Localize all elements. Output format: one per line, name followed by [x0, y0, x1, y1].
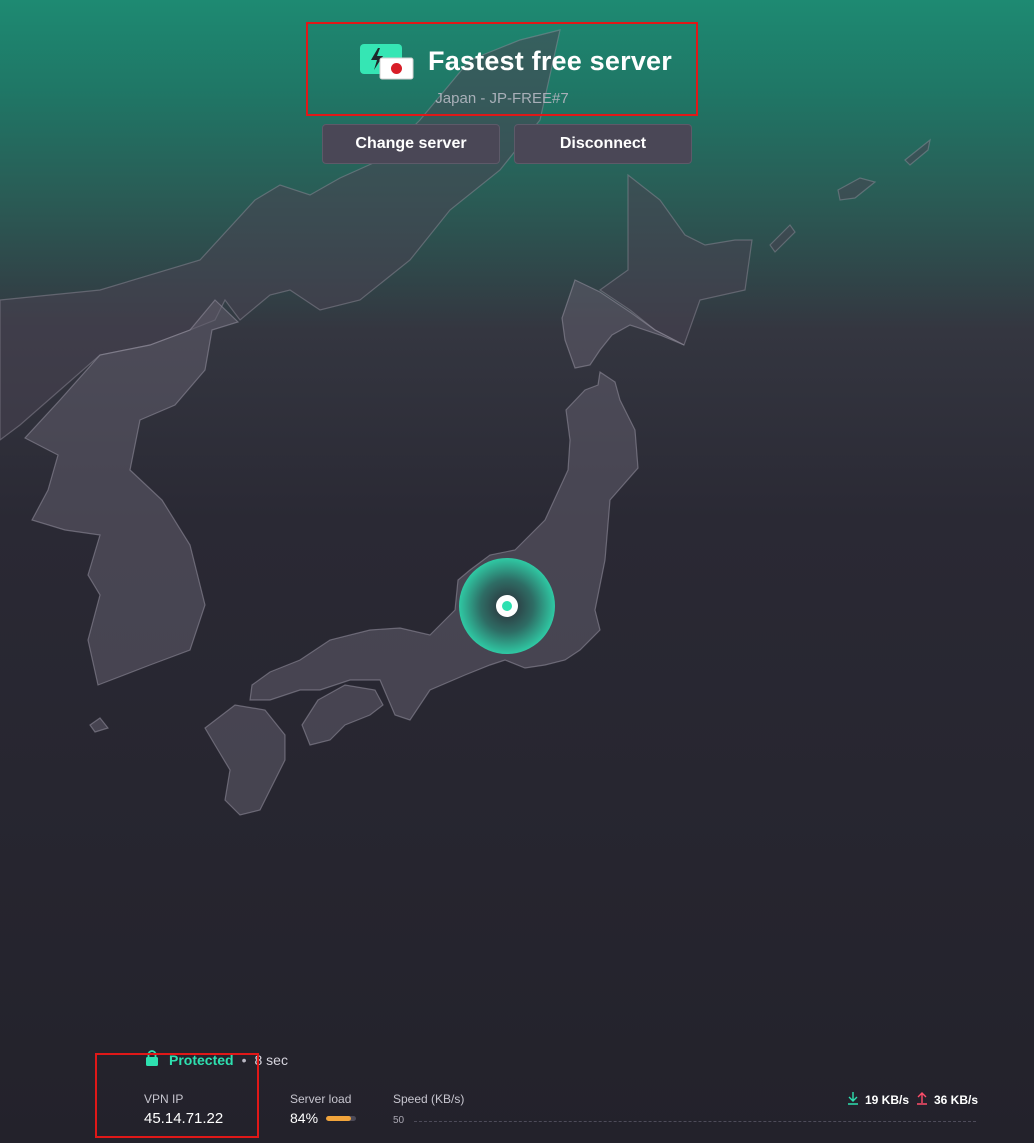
world-map [0, 29, 931, 816]
map-jeju [89, 717, 110, 733]
map-kuril-3 [904, 138, 931, 166]
download-speed: 19 KB/s [846, 1091, 909, 1108]
server-location-pin-core [502, 601, 512, 611]
server-load-fill [326, 1116, 352, 1121]
connection-title-row: Fastest free server [358, 42, 672, 80]
map-kyushu [204, 704, 286, 816]
server-load-value: 84% [290, 1110, 319, 1126]
server-name: Japan - JP-FREE#7 [435, 90, 569, 107]
change-server-button[interactable]: Change server [322, 124, 500, 164]
map-kuril-1 [769, 224, 796, 253]
speed-label: Speed (KB/s) [393, 1092, 465, 1106]
map-honshu [249, 370, 639, 721]
connection-time: 8 sec [254, 1051, 288, 1068]
lightning-icon [358, 42, 414, 80]
server-load-label: Server load [290, 1092, 352, 1106]
vpn-ip-value: 45.14.71.22 [144, 1110, 224, 1127]
upload-arrow-icon [915, 1091, 929, 1108]
speed-axis-50: 50 [393, 1115, 405, 1126]
server-load-bar [326, 1116, 356, 1121]
download-arrow-icon [846, 1091, 860, 1108]
connection-title: Fastest free server [428, 45, 672, 76]
map-kuril-2 [837, 177, 877, 201]
upload-speed: 36 KB/s [915, 1091, 978, 1108]
map-shikoku [301, 684, 384, 746]
disconnect-button[interactable]: Disconnect [514, 124, 692, 164]
speed-gridline [414, 1121, 976, 1122]
connection-header: Fastest free server Japan - JP-FREE#7 [306, 22, 698, 116]
japan-flag-icon [391, 63, 402, 74]
download-value: 19 KB/s [865, 1092, 910, 1107]
upload-value: 36 KB/s [934, 1092, 979, 1107]
vpn-ip-label: VPN IP [144, 1092, 184, 1106]
